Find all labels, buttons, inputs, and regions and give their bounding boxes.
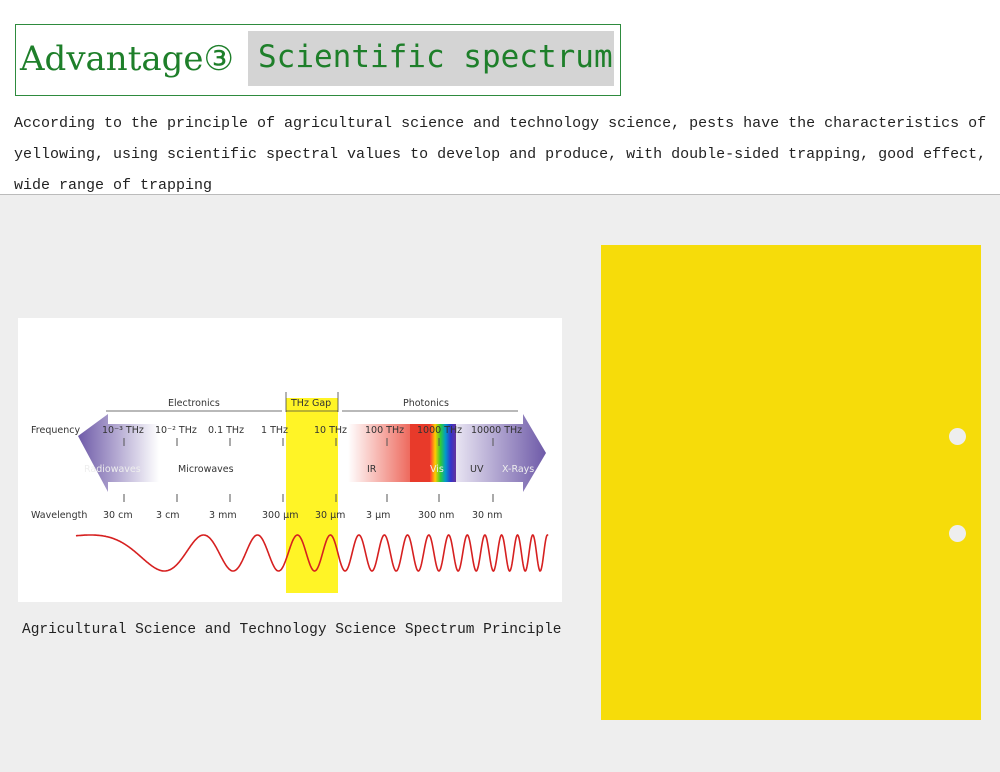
band-vis: Vis	[430, 464, 444, 475]
frequency-tick-label: 10000 THz	[471, 425, 522, 436]
spectrum-diagram: Electronics THz Gap Photonics Frequency …	[18, 318, 562, 602]
frequency-tick-label: 1000 THz	[417, 425, 462, 436]
wavelength-tick-label: 30 nm	[472, 510, 502, 521]
title-highlight: Scientific spectrum	[248, 31, 614, 86]
wavelength-tick-label: 30 cm	[103, 510, 133, 521]
frequency-tick-label: 1 THz	[261, 425, 288, 436]
wavelength-tick-label: 300 nm	[418, 510, 454, 521]
region-electronics: Electronics	[168, 398, 220, 409]
band-ir: IR	[367, 464, 377, 475]
wavelength-tick-label: 30 µm	[315, 510, 345, 521]
band-uv: UV	[470, 464, 484, 475]
hanging-hole	[949, 525, 966, 542]
band-radiowaves: Radiowaves	[84, 464, 141, 475]
wavelength-tick-label: 300 µm	[262, 510, 298, 521]
band-microwaves: Microwaves	[178, 464, 234, 475]
header-section: Advantage③ Scientific spectrum According…	[0, 0, 1000, 195]
frequency-tick-label: 100 THz	[365, 425, 404, 436]
band-x-rays: X-Rays	[502, 464, 534, 475]
yellow-sticky-trap	[601, 245, 981, 720]
title-prefix: Advantage③	[20, 39, 234, 79]
hanging-hole	[949, 428, 966, 445]
region-photonics: Photonics	[403, 398, 449, 409]
region-thz-gap: THz Gap	[290, 398, 331, 409]
frequency-tick-label: 10⁻³ THz	[102, 425, 144, 436]
wavelength-tick-label: 3 cm	[156, 510, 180, 521]
frequency-label: Frequency	[31, 425, 80, 436]
wavelength-tick-label: 3 mm	[209, 510, 237, 521]
frequency-tick-label: 10 THz	[314, 425, 347, 436]
wavelength-tick-label: 3 µm	[366, 510, 390, 521]
diagram-caption: Agricultural Science and Technology Scie…	[22, 622, 562, 638]
description: According to the principle of agricultur…	[14, 115, 987, 194]
frequency-tick-label: 0.1 THz	[208, 425, 244, 436]
wavelength-label: Wavelength	[31, 510, 87, 521]
frequency-tick-label: 10⁻² THz	[155, 425, 197, 436]
title-box: Advantage③ Scientific spectrum	[15, 24, 621, 96]
